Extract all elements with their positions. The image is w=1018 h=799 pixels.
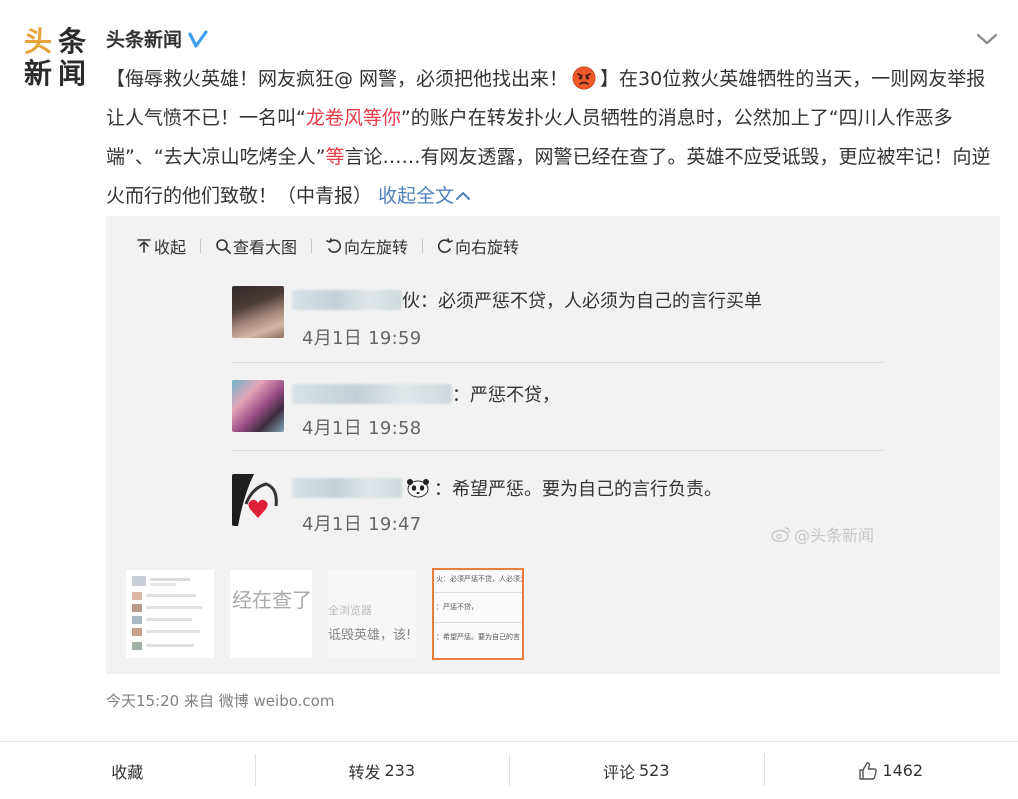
author-name-text[interactable]: 头条新闻 bbox=[106, 28, 182, 52]
commenter-name: 伙： 必须严惩不贷，人必须为自己的言行买单 bbox=[292, 288, 762, 312]
thumbnail-1[interactable] bbox=[126, 570, 214, 658]
collapse-up-icon bbox=[137, 239, 151, 253]
post-text-part: 【侮辱救火英雄！网友疯狂@ 网警，必须把他找出来！ bbox=[106, 68, 569, 90]
media-panel: 收起 查看大图 向左旋转 向右旋转 伙： 必须严惩不贷，人必须为自己的言行买单 … bbox=[106, 216, 1000, 674]
magnifier-icon bbox=[216, 239, 231, 254]
thumbnail-text: 诋毁英雄，该! bbox=[328, 628, 412, 643]
logo-char: 闻 bbox=[57, 57, 86, 90]
comment-time: 4月1日 19:47 bbox=[302, 514, 422, 535]
watermark-text: @头条新闻 bbox=[793, 526, 874, 545]
view-large-button[interactable]: 查看大图 bbox=[215, 234, 297, 258]
image-toolbar: 收起 查看大图 向左旋转 向右旋转 bbox=[136, 234, 519, 258]
comment-text: 必须严惩不贷，人必须为自己的言行买单 bbox=[438, 291, 762, 312]
view-large-label[interactable]: 查看大图 bbox=[233, 234, 297, 258]
commenter-name: ： 严惩不贷， bbox=[292, 382, 560, 406]
thumbnail-text: ：严惩不贷， bbox=[436, 603, 478, 611]
commenter-name-tail: ： bbox=[434, 479, 452, 500]
blurred-name bbox=[292, 384, 452, 404]
thumbnail-text: 全浏览器 bbox=[328, 604, 372, 617]
heart-avatar-icon bbox=[232, 474, 278, 526]
collapse-full-text-link[interactable]: 收起全文 bbox=[378, 185, 471, 207]
thumbnail-text: 火：必须严惩不贷，人必须为 bbox=[436, 575, 524, 583]
account-name-link[interactable]: 龙卷风等你 bbox=[306, 107, 401, 129]
blurred-name bbox=[292, 290, 402, 310]
author-name[interactable]: 头条新闻 bbox=[106, 28, 208, 52]
thumbs-up-icon bbox=[859, 761, 878, 780]
chevron-down-icon[interactable] bbox=[976, 30, 998, 48]
post-meta[interactable]: 今天15:20 来自 微博 weibo.com bbox=[106, 690, 334, 711]
divider bbox=[232, 362, 884, 363]
rotate-left-button[interactable]: 向左旋转 bbox=[326, 234, 408, 258]
comment-label[interactable]: 评论 bbox=[603, 759, 635, 783]
collapse-full-text-label[interactable]: 收起全文 bbox=[378, 185, 454, 207]
commenter-name-tail: 伙： bbox=[402, 291, 438, 312]
weibo-logo-icon bbox=[771, 527, 790, 542]
favorite-button[interactable]: 收藏 bbox=[0, 742, 255, 799]
forward-button[interactable]: 转发 233 bbox=[254, 742, 510, 799]
commenter-name-tail: ： bbox=[452, 385, 470, 406]
comment-text: 希望严惩。要为自己的言行负责。 bbox=[452, 479, 722, 500]
post-text: 【侮辱救火英雄！网友疯狂@ 网警，必须把他找出来！ 】在30位救火英雄牺牲的当天… bbox=[106, 60, 996, 216]
rotate-right-button[interactable]: 向右旋转 bbox=[437, 234, 519, 258]
thumbnail-2[interactable]: 经在查了， bbox=[230, 570, 312, 658]
weibo-watermark: @头条新闻 bbox=[771, 522, 874, 546]
commenter-avatar bbox=[232, 474, 284, 526]
like-count[interactable]: 1462 bbox=[882, 761, 923, 780]
logo-char: 头 bbox=[23, 25, 52, 58]
comment-time: 4月1日 19:58 bbox=[302, 418, 422, 439]
forward-label[interactable]: 转发 bbox=[348, 759, 380, 783]
logo-char: 新 bbox=[23, 57, 52, 90]
divider bbox=[232, 450, 884, 451]
action-bar: 收藏 转发 233 评论 523 1462 bbox=[0, 742, 1018, 799]
thumbnail-text: 经在查了， bbox=[232, 588, 312, 612]
toolbar-divider bbox=[311, 239, 313, 253]
rotate-right-label[interactable]: 向右旋转 bbox=[455, 234, 519, 258]
panda-icon bbox=[407, 479, 429, 498]
comment-screenshot-image[interactable]: 伙： 必须严惩不贷，人必须为自己的言行买单 4月1日 19:59 ： 严惩不贷，… bbox=[224, 278, 884, 560]
thumbnail-strip: 经在查了， 全浏览器 诋毁英雄，该! 火：必须严惩不贷，人必须为 ：严惩不贷， … bbox=[126, 568, 540, 660]
verified-v-icon bbox=[188, 30, 208, 48]
comment-button[interactable]: 评论 523 bbox=[509, 742, 764, 799]
angry-face-icon bbox=[572, 66, 596, 90]
rotate-left-icon bbox=[326, 238, 342, 253]
toolbar-divider bbox=[200, 239, 202, 253]
thumbnail-4-selected[interactable]: 火：必须严惩不贷，人必须为 ：严惩不贷， ：希望严惩。要为自己的言 bbox=[432, 568, 524, 660]
comment-text: 严惩不贷， bbox=[470, 385, 560, 406]
thumbnail-text: ：希望严惩。要为自己的言 bbox=[436, 633, 520, 641]
blurred-name bbox=[292, 478, 402, 498]
commenter-avatar bbox=[232, 286, 284, 338]
commenter-name: ： 希望严惩。要为自己的言行负责。 bbox=[292, 476, 722, 500]
toolbar-divider bbox=[422, 239, 424, 253]
comment-time: 4月1日 19:59 bbox=[302, 328, 422, 349]
commenter-avatar bbox=[232, 380, 284, 432]
chevron-up-icon bbox=[456, 192, 471, 200]
collapse-image-label[interactable]: 收起 bbox=[154, 234, 186, 258]
thumbnail-divider bbox=[434, 622, 522, 623]
highlight-text: 等 bbox=[325, 146, 345, 168]
rotate-right-icon bbox=[437, 238, 453, 253]
thumbnail-3[interactable]: 全浏览器 诋毁英雄，该! bbox=[328, 570, 416, 658]
like-button[interactable]: 1462 bbox=[763, 742, 1018, 799]
comment-count[interactable]: 523 bbox=[639, 761, 670, 780]
thumbnail-page-graphic bbox=[132, 576, 202, 650]
rotate-left-label[interactable]: 向左旋转 bbox=[344, 234, 408, 258]
collapse-image-button[interactable]: 收起 bbox=[136, 234, 186, 258]
forward-count[interactable]: 233 bbox=[384, 761, 415, 780]
thumbnail-divider bbox=[434, 592, 522, 593]
favorite-label[interactable]: 收藏 bbox=[111, 759, 143, 783]
author-logo[interactable]: 头 条 新 闻 bbox=[22, 26, 88, 94]
logo-char: 条 bbox=[57, 25, 86, 58]
